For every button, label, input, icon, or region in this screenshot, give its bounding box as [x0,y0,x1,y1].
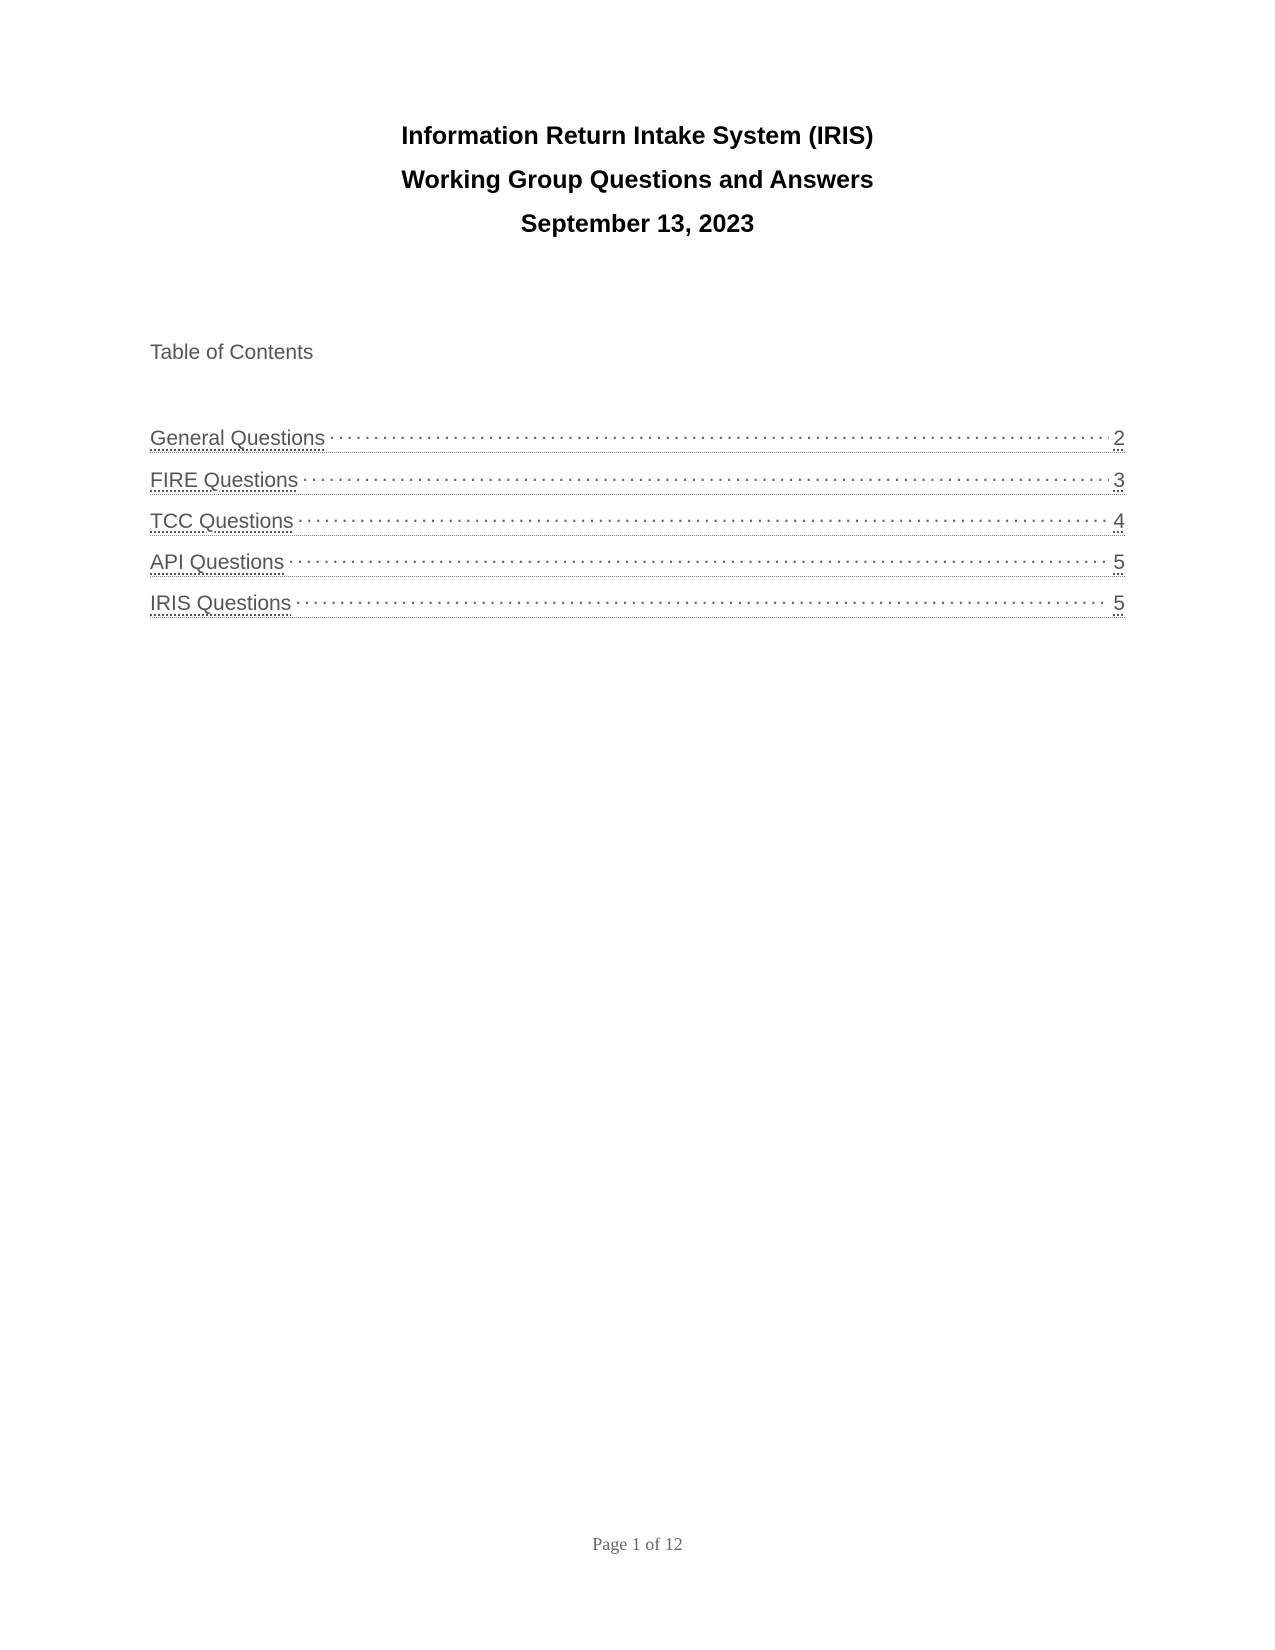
toc-leader [329,420,1109,445]
title-block: Information Return Intake System (IRIS) … [150,115,1125,246]
toc-label: FIRE Questions [150,469,298,493]
title-line-1: Information Return Intake System (IRIS) [150,115,1125,159]
toc-item-tcc[interactable]: TCC Questions 4 [150,503,1125,536]
toc-label: API Questions [150,551,284,575]
toc-page-number: 5 [1113,551,1125,575]
toc-list: General Questions 2 FIRE Questions 3 TCC… [150,420,1125,618]
toc-page-number: 2 [1113,427,1125,451]
toc-item-api[interactable]: API Questions 5 [150,544,1125,577]
toc-label: General Questions [150,427,325,451]
toc-page-number: 3 [1113,469,1125,493]
toc-item-iris[interactable]: IRIS Questions 5 [150,585,1125,618]
title-line-2: Working Group Questions and Answers [150,159,1125,203]
toc-leader [288,544,1109,569]
toc-item-fire[interactable]: FIRE Questions 3 [150,461,1125,494]
toc-page-number: 4 [1113,510,1125,534]
toc-label: TCC Questions [150,510,294,534]
toc-leader [302,461,1109,486]
toc-heading: Table of Contents [150,341,1125,365]
toc-label: IRIS Questions [150,592,291,616]
toc-page-number: 5 [1113,592,1125,616]
page-footer: Page 1 of 12 [0,1534,1275,1555]
title-line-3: September 13, 2023 [150,203,1125,247]
toc-leader [298,503,1110,528]
document-page: Information Return Intake System (IRIS) … [0,0,1275,1650]
toc-leader [295,585,1109,610]
toc-item-general[interactable]: General Questions 2 [150,420,1125,453]
